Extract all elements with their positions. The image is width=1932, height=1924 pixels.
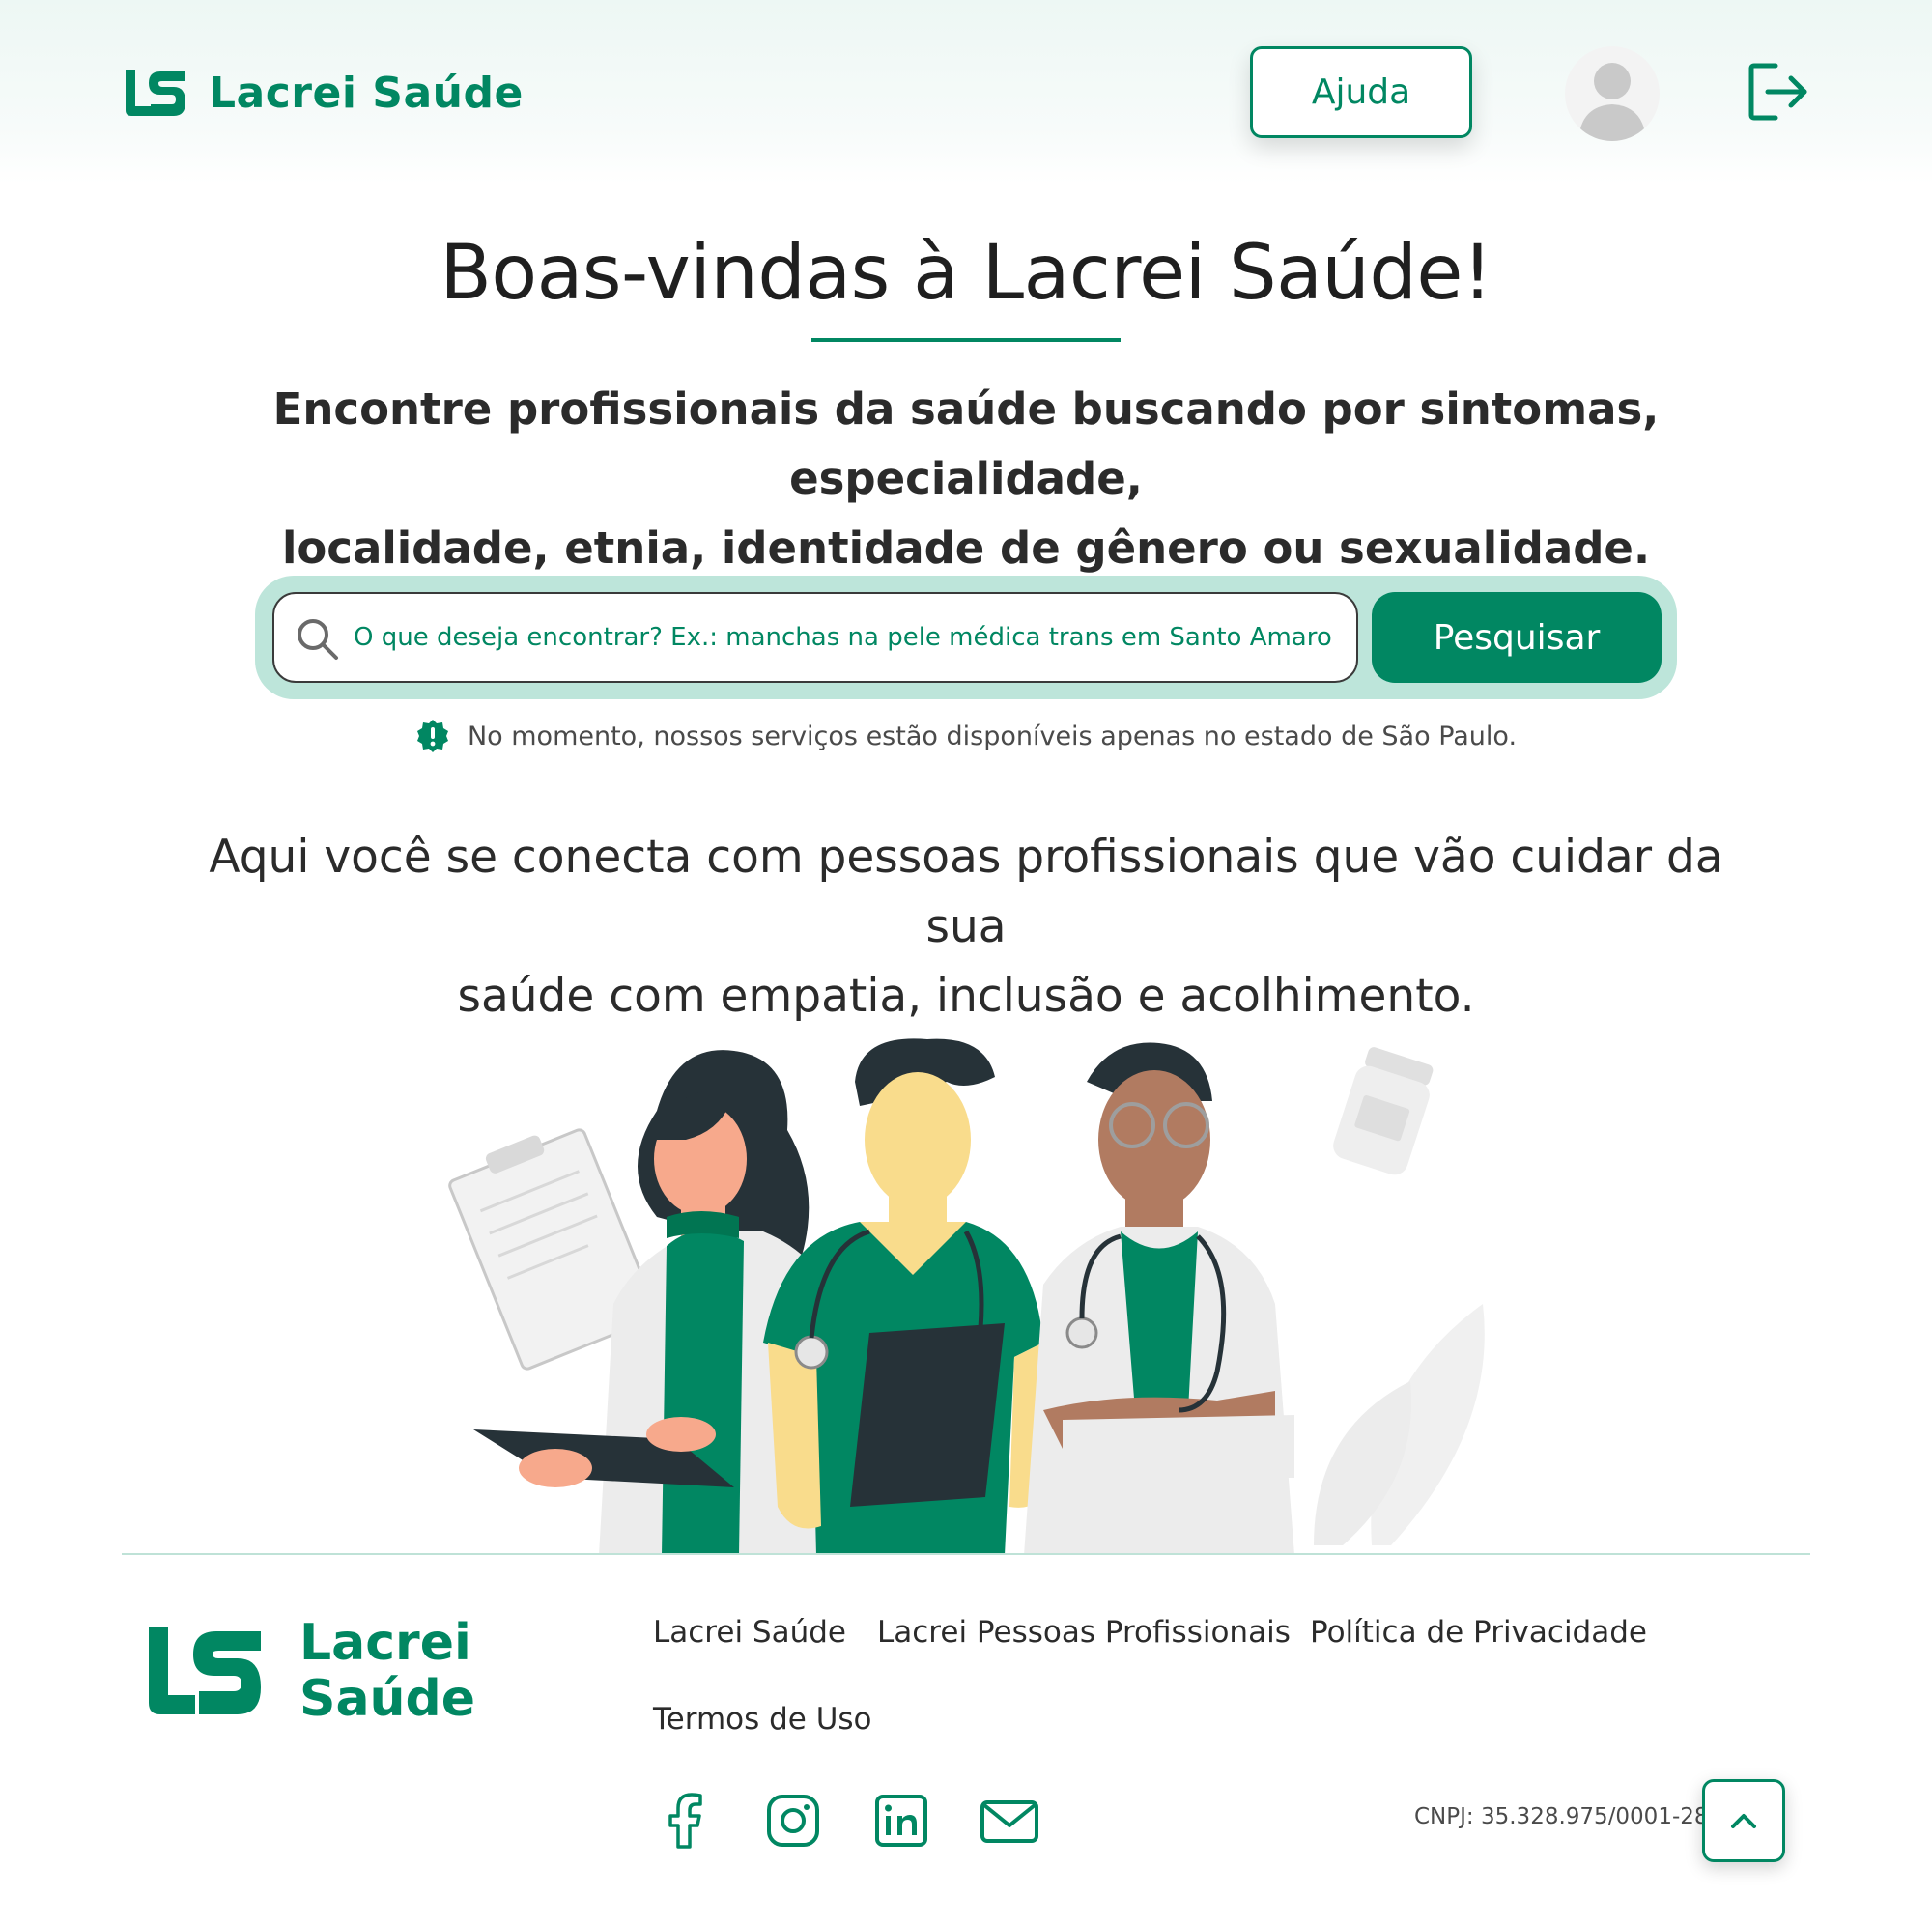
help-button[interactable]: Ajuda: [1250, 46, 1472, 138]
footer-divider: [122, 1553, 1810, 1555]
availability-notice: No momento, nossos serviços estão dispon…: [0, 719, 1932, 753]
footer-link-terms[interactable]: Termos de Uso: [653, 1702, 872, 1737]
footer-link-pessoas-profissionais[interactable]: Lacrei Pessoas Profissionais: [877, 1615, 1291, 1650]
page-title: Boas-vindas à Lacrei Saúde!: [440, 230, 1492, 317]
chevron-up-icon: [1731, 1814, 1756, 1828]
footer-brand-name: Lacrei Saúde: [299, 1615, 475, 1727]
cnpj-text: CNPJ: 35.328.975/0001-28: [1414, 1804, 1709, 1829]
mail-icon[interactable]: [978, 1791, 1041, 1851]
footer-brand-line-1: Lacrei: [299, 1614, 471, 1672]
health-professionals-illustration: [448, 1038, 1485, 1555]
brand-name: Lacrei Saúde: [209, 68, 524, 118]
subtitle-line-2: localidade, etnia, identidade de gênero …: [281, 523, 1651, 574]
footer-brand-line-2: Saúde: [299, 1670, 476, 1728]
search-bar: O que deseja encontrar? Ex.: manchas na …: [255, 576, 1677, 699]
search-icon: [298, 619, 338, 660]
subtitle-line-1: Encontre profissionais da saúde buscando…: [272, 383, 1660, 504]
back-to-top-button[interactable]: [1702, 1779, 1785, 1862]
user-avatar-icon[interactable]: [1565, 46, 1660, 141]
search-button[interactable]: Pesquisar: [1372, 592, 1662, 683]
alert-badge-icon: [416, 720, 448, 752]
notice-text: No momento, nossos serviços estão dispon…: [467, 721, 1518, 751]
tagline: Aqui você se conecta com pessoas profiss…: [193, 823, 1739, 1032]
tagline-line-2: saúde com empatia, inclusão e acolhiment…: [457, 970, 1475, 1023]
linkedin-icon[interactable]: [871, 1791, 931, 1851]
footer-link-lacrei-saude[interactable]: Lacrei Saúde: [653, 1615, 846, 1650]
logout-icon[interactable]: [1747, 60, 1810, 124]
search-placeholder: O que deseja encontrar? Ex.: manchas na …: [354, 623, 1332, 652]
instagram-icon[interactable]: [763, 1791, 823, 1851]
top-header: Lacrei Saúde Ajuda: [0, 0, 1932, 184]
lacrei-logo-icon: [149, 1627, 261, 1714]
brand-logo[interactable]: Lacrei Saúde: [122, 66, 524, 120]
search-input[interactable]: O que deseja encontrar? Ex.: manchas na …: [272, 592, 1358, 683]
hero-subtitle: Encontre profissionais da saúde buscando…: [193, 375, 1739, 583]
footer-brand-logo[interactable]: Lacrei Saúde: [145, 1615, 475, 1727]
facebook-icon[interactable]: [655, 1791, 715, 1851]
tagline-line-1: Aqui você se conecta com pessoas profiss…: [209, 831, 1723, 953]
lacrei-logo-icon: [126, 70, 185, 116]
title-underline: [811, 338, 1121, 342]
footer-link-privacy-policy[interactable]: Política de Privacidade: [1310, 1615, 1647, 1650]
